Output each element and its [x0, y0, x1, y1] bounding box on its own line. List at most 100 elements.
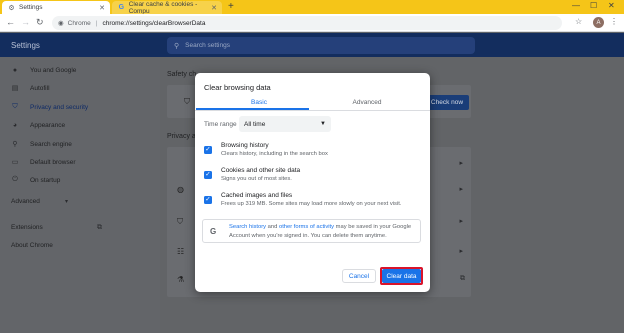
sidebar-item-search-engine[interactable]: ⚲ Search engine: [11, 140, 72, 149]
google-activity-notice: G Search history and other forms of acti…: [202, 219, 421, 243]
option-title: Browsing history: [221, 142, 269, 149]
back-icon[interactable]: ←: [6, 17, 15, 27]
arrow-right-icon[interactable]: ▸: [459, 185, 463, 193]
avatar[interactable]: A: [593, 17, 604, 28]
browser-toolbar: ← → ↻ ◉ Chrome | chrome://settings/clear…: [0, 14, 624, 32]
time-range-select[interactable]: All time ▼: [239, 116, 331, 132]
close-tab-icon[interactable]: ✕: [99, 4, 105, 12]
check-icon: ✓: [205, 145, 211, 153]
other-activity-link[interactable]: other forms of activity: [279, 224, 334, 230]
sidebar-item-privacy[interactable]: ⛉ Privacy and security: [11, 103, 88, 111]
site-label: Chrome: [67, 19, 91, 27]
new-tab-icon[interactable]: +: [228, 1, 234, 12]
sidebar-item-appearance[interactable]: ◕ Appearance: [11, 122, 65, 129]
option-subtitle: Clears history, including in the search …: [221, 151, 328, 157]
check-icon: ✓: [205, 195, 211, 203]
forward-icon[interactable]: →: [21, 17, 30, 27]
checkbox-cookies[interactable]: ✓: [204, 171, 212, 179]
sidebar-item-label: Appearance: [30, 122, 66, 129]
tab-clear-cache[interactable]: G Clear cache & cookies - Compu ✕: [112, 0, 222, 15]
cancel-button[interactable]: Cancel: [342, 269, 376, 283]
notice-and: and: [266, 224, 279, 230]
google-icon: G: [118, 4, 125, 11]
shield-icon: ⛉: [184, 97, 190, 106]
tab-label: Clear cache & cookies - Compu: [128, 0, 198, 15]
safety-check-label: Safety ch: [167, 71, 197, 78]
google-icon: G: [210, 227, 217, 236]
chrome-icon: ◉: [58, 20, 64, 27]
browser-icon: ▭: [11, 159, 19, 166]
check-now-button[interactable]: Check now: [425, 95, 469, 110]
tab-advanced[interactable]: Advanced: [317, 97, 417, 106]
sidebar-item-label: Privacy and security: [30, 103, 89, 111]
time-range-label: Time range: [204, 121, 237, 128]
search-icon: ⚲: [174, 42, 180, 50]
maximize-icon[interactable]: ☐: [590, 1, 597, 10]
notice-line-2: Account when you're signed in. You can d…: [229, 233, 387, 239]
arrow-right-icon[interactable]: ▸: [459, 159, 463, 167]
flask-icon: ⚗: [177, 275, 185, 284]
search-history-link[interactable]: Search history: [229, 224, 266, 230]
sidebar-advanced[interactable]: Advanced: [11, 198, 40, 205]
tune-icon: ☷: [177, 247, 185, 256]
caret-down-icon: ▼: [320, 121, 326, 127]
search-icon: ⚲: [12, 141, 18, 148]
cookie-icon: ◍: [177, 185, 184, 194]
address-bar[interactable]: ◉ Chrome | chrome://settings/clearBrowse…: [52, 16, 562, 30]
sidebar-item-label: You and Google: [30, 67, 77, 74]
bookmark-star-icon[interactable]: ☆: [575, 17, 582, 26]
settings-header: Settings ⚲ Search settings: [0, 33, 624, 57]
arrow-right-icon[interactable]: ▸: [459, 217, 463, 225]
menu-icon[interactable]: ⋮: [610, 17, 618, 26]
url-text: chrome://settings/clearBrowserData: [102, 19, 206, 27]
option-title: Cached images and files: [221, 192, 293, 199]
notice-rest: may be saved in your Google: [334, 224, 412, 230]
sidebar-extensions[interactable]: Extensions: [11, 224, 43, 231]
power-icon: ⏻: [12, 176, 18, 183]
checkbox-browsing-history[interactable]: ✓: [204, 146, 212, 154]
page-title: Settings: [11, 41, 40, 50]
person-icon: ●: [12, 67, 18, 74]
sidebar-about-chrome[interactable]: About Chrome: [11, 242, 53, 249]
palette-icon: ◕: [12, 122, 18, 129]
arrow-right-icon[interactable]: ▸: [459, 247, 463, 255]
divider: [195, 110, 430, 111]
url-separator: |: [95, 19, 98, 27]
privacy-section-label: Privacy a: [167, 133, 196, 140]
option-subtitle: Frees up 319 MB. Some sites may load mor…: [221, 201, 402, 207]
clear-browsing-data-dialog: Clear browsing data Basic Advanced Time …: [195, 73, 430, 292]
notice-line-1: Search history and other forms of activi…: [229, 224, 411, 230]
option-title: Cookies and other site data: [221, 167, 301, 174]
external-link-icon[interactable]: ⧉: [97, 224, 102, 232]
sidebar-item-on-startup[interactable]: ⏻ On startup: [11, 176, 60, 184]
shield-icon: ⛉: [12, 103, 18, 110]
external-link-icon[interactable]: ⧉: [460, 275, 465, 283]
sidebar-item-default-browser[interactable]: ▭ Default browser: [11, 158, 76, 167]
settings-sidebar: ● You and Google ▤ Autofill ⛉ Privacy an…: [0, 57, 160, 333]
tab-strip: ⚙ Settings ✕ G Clear cache & cookies - C…: [0, 0, 624, 15]
sidebar-item-label: On startup: [30, 176, 61, 184]
minimize-icon[interactable]: —: [572, 1, 580, 10]
option-subtitle: Signs you out of most sites.: [221, 176, 292, 182]
tab-basic[interactable]: Basic: [209, 97, 309, 106]
sidebar-item-label: Default browser: [30, 158, 76, 166]
checkbox-cached-images[interactable]: ✓: [204, 196, 212, 204]
autofill-icon: ▤: [11, 85, 19, 92]
sidebar-item-label: Autofill: [30, 84, 50, 92]
clear-data-button[interactable]: Clear data: [382, 269, 421, 283]
tab-label: Settings: [19, 4, 43, 11]
search-placeholder: Search settings: [185, 42, 230, 49]
sidebar-item-autofill[interactable]: ▤ Autofill: [11, 84, 50, 93]
sidebar-item-label: Search engine: [30, 140, 72, 148]
tab-settings[interactable]: ⚙ Settings ✕: [2, 1, 110, 14]
close-tab-icon[interactable]: ✕: [211, 4, 217, 12]
search-input[interactable]: ⚲ Search settings: [167, 37, 475, 54]
gear-icon: ⚙: [8, 4, 15, 12]
check-icon: ✓: [205, 170, 211, 178]
close-window-icon[interactable]: ✕: [608, 1, 615, 10]
sidebar-item-you-and-google[interactable]: ● You and Google: [11, 67, 77, 74]
reload-icon[interactable]: ↻: [36, 17, 44, 28]
time-range-value: All time: [244, 120, 266, 128]
chevron-down-icon: ▾: [65, 199, 69, 205]
shield-icon: ⛉: [177, 217, 183, 226]
